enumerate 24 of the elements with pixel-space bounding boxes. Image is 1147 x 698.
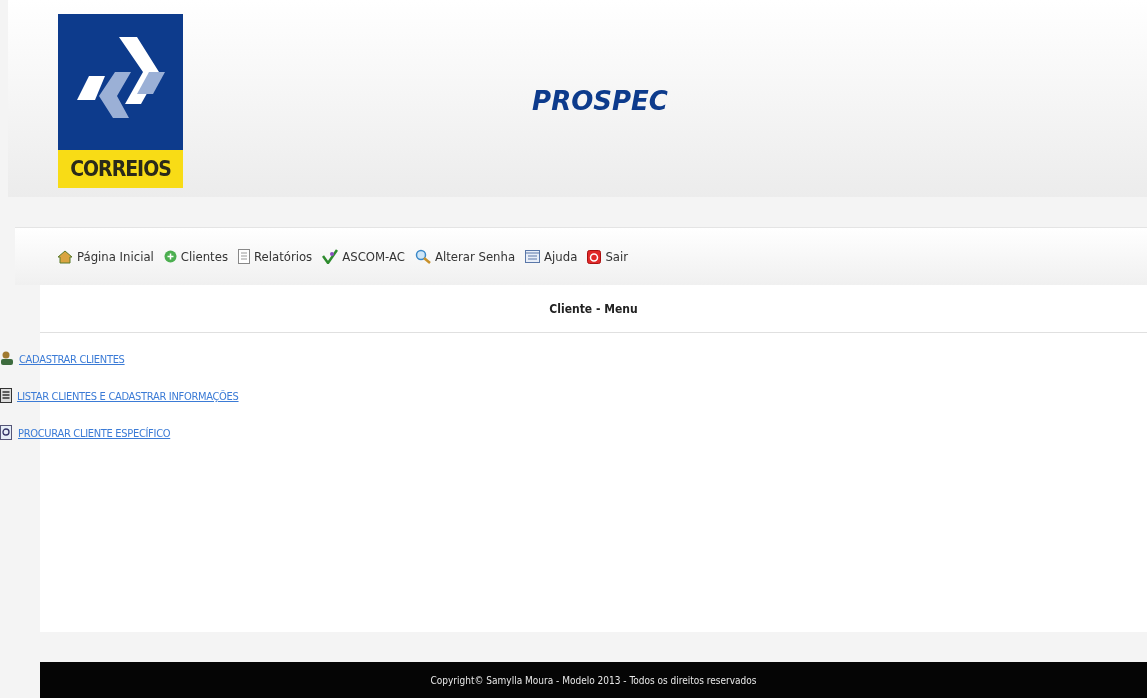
check-icon <box>322 249 339 264</box>
window-icon <box>525 250 541 263</box>
nav-link[interactable]: Página Inicial <box>57 249 154 264</box>
document-search-icon <box>0 425 13 440</box>
nav-link[interactable]: Ajuda <box>525 249 578 264</box>
search-icon <box>414 249 431 264</box>
list-icon <box>0 388 12 403</box>
nav-link[interactable]: Relatórios <box>238 249 313 264</box>
nav-link[interactable]: Alterar Senha <box>414 249 516 264</box>
logo-text: CORREIOS <box>58 150 183 188</box>
user-icon <box>0 351 14 366</box>
menu-link[interactable]: CADASTRAR CLIENTES <box>19 353 125 366</box>
menu-link[interactable]: PROCURAR CLIENTE ESPECÍFICO <box>18 427 171 440</box>
app-title: PROSPEC <box>531 86 669 116</box>
copyright-text: Copyright© Samylla Moura - Modelo 2013 - Todos os direitos reservados <box>430 674 757 686</box>
nav-link[interactable]: ASCOM-AC <box>322 249 405 264</box>
nav-link[interactable]: Sair <box>587 249 629 264</box>
document-icon <box>238 249 250 264</box>
menu-link[interactable]: LISTAR CLIENTES E CADASTRAR INFORMAÇÕES <box>17 390 239 403</box>
circle-icon <box>163 250 177 263</box>
section-title: Cliente - Menu <box>549 301 638 316</box>
house-icon <box>57 249 73 264</box>
nav-link[interactable]: Clientes <box>163 249 228 264</box>
exit-icon <box>587 249 602 264</box>
